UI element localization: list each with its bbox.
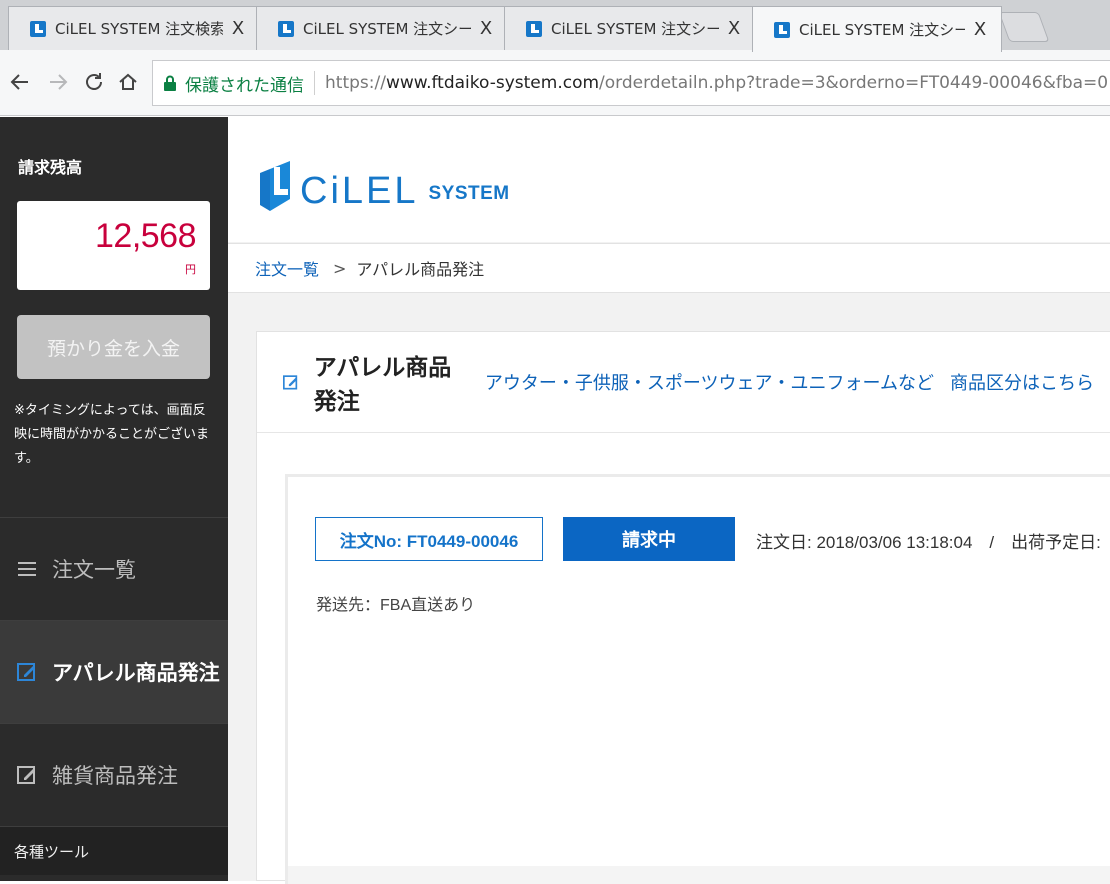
tab-close-icon[interactable]: X bbox=[229, 18, 247, 39]
url-scheme: https:// bbox=[325, 73, 386, 93]
tab-title: CiLEL SYSTEM 注文シート( bbox=[551, 20, 719, 38]
list-icon bbox=[18, 562, 36, 576]
cilel-favicon bbox=[774, 21, 790, 38]
sidebar-item-goods-order[interactable]: 雑貨商品発注 bbox=[0, 723, 228, 826]
url-text: https://www.ftdaiko-system.com/orderdeta… bbox=[325, 73, 1108, 93]
balance-label: 請求残高 bbox=[18, 158, 83, 177]
url-path: /orderdetailn.php?trade=3&orderno=FT0449… bbox=[599, 73, 1109, 93]
breadcrumb-current: アパレル商品発注 bbox=[356, 260, 485, 279]
breadcrumb-order-list-link[interactable]: 注文一覧 bbox=[255, 256, 319, 280]
edit-icon bbox=[283, 375, 298, 390]
breadcrumb: 注文一覧 > アパレル商品発注 bbox=[228, 243, 1110, 293]
cilel-favicon bbox=[526, 20, 542, 37]
url-host: www.ftdaiko-system.com bbox=[385, 73, 600, 93]
address-separator bbox=[314, 71, 315, 95]
tab-close-icon[interactable]: X bbox=[477, 18, 495, 39]
sidebar-item-label: 雑貨商品発注 bbox=[52, 764, 178, 788]
balance-box: 12,568 円 bbox=[17, 201, 210, 290]
page-title: アパレル商品発注 bbox=[313, 355, 452, 415]
sidebar-item-label: アパレル商品発注 bbox=[52, 661, 220, 685]
ship-to-text: 発送先：FBA直送あり bbox=[316, 597, 476, 614]
page-header: CiLEL SYSTEM bbox=[228, 117, 1110, 242]
main-content: CiLEL SYSTEM 注文一覧 > アパレル商品発注 アパレル商品発注 アウ… bbox=[228, 117, 1110, 884]
order-number-badge: 注文No: FT0449-00046 bbox=[315, 517, 543, 561]
back-arrow-icon[interactable] bbox=[6, 68, 34, 96]
cilel-favicon bbox=[278, 20, 294, 37]
address-bar[interactable]: 保護された通信 https://www.ftdaiko-system.com/o… bbox=[152, 60, 1110, 106]
balance-amount: 12,568 bbox=[95, 217, 197, 255]
forward-arrow-icon[interactable] bbox=[44, 68, 72, 96]
sidebar: 請求残高 12,568 円 預かり金を入金 ※タイミングによっては、画面反映に時… bbox=[0, 117, 228, 881]
sidebar-item-label: 注文一覧 bbox=[52, 558, 136, 582]
tab-title: CiLEL SYSTEM 注文シート( bbox=[799, 21, 965, 39]
secure-connection-label: 保護された通信 bbox=[185, 75, 304, 96]
browser-tab-strip: CiLEL SYSTEM 注文検索・ X CiLEL SYSTEM 注文シート(… bbox=[0, 0, 1110, 52]
panel-header: アパレル商品発注 アウター・子供服・スポーツウェア・ユニフォームなど 商品区分は… bbox=[257, 332, 1110, 433]
tab-close-icon[interactable]: X bbox=[725, 18, 743, 39]
cilel-favicon bbox=[30, 20, 46, 37]
new-tab-button[interactable] bbox=[998, 12, 1050, 42]
order-dates: 注文日: 2018/03/06 13:18:04 / 出荷予定日: bbox=[756, 533, 1101, 552]
cilel-logo[interactable]: CiLEL SYSTEM bbox=[260, 159, 510, 211]
reload-icon[interactable] bbox=[80, 68, 108, 96]
side-menu: 注文一覧 アパレル商品発注 雑貨商品発注 各種ツール bbox=[0, 517, 228, 875]
balance-unit: 円 bbox=[185, 263, 196, 276]
logo-text: CiLEL bbox=[300, 170, 419, 212]
browser-tab-3[interactable]: CiLEL SYSTEM 注文シート( X bbox=[504, 6, 756, 50]
logo-subtext: SYSTEM bbox=[428, 183, 510, 204]
tools-heading[interactable]: 各種ツール bbox=[0, 826, 228, 875]
timing-note: ※タイミングによっては、画面反映に時間がかかることがございます。 bbox=[14, 403, 210, 466]
sidebar-item-apparel-order[interactable]: アパレル商品発注 bbox=[0, 620, 228, 723]
tab-title: CiLEL SYSTEM 注文シート( bbox=[303, 20, 471, 38]
browser-tab-2[interactable]: CiLEL SYSTEM 注文シート( X bbox=[256, 6, 508, 50]
order-detail-box: 注文No: FT0449-00046 請求中 注文日: 2018/03/06 1… bbox=[285, 474, 1110, 884]
browser-toolbar: 保護された通信 https://www.ftdaiko-system.com/o… bbox=[0, 50, 1110, 116]
category-examples-link[interactable]: アウター・子供服・スポーツウェア・ユニフォームなど bbox=[485, 369, 934, 395]
status-badge: 請求中 bbox=[563, 517, 735, 561]
tab-close-icon[interactable]: X bbox=[971, 19, 989, 40]
apparel-order-panel: アパレル商品発注 アウター・子供服・スポーツウェア・ユニフォームなど 商品区分は… bbox=[256, 331, 1110, 884]
edit-icon bbox=[17, 663, 35, 681]
browser-tab-1[interactable]: CiLEL SYSTEM 注文検索・ X bbox=[8, 6, 260, 50]
breadcrumb-separator: > bbox=[333, 258, 347, 278]
cilel-logo-mark bbox=[260, 161, 290, 211]
tab-title: CiLEL SYSTEM 注文検索・ bbox=[55, 20, 223, 38]
product-category-link[interactable]: 商品区分はこちら bbox=[950, 369, 1094, 395]
sidebar-item-order-list[interactable]: 注文一覧 bbox=[0, 517, 228, 620]
browser-tab-active[interactable]: CiLEL SYSTEM 注文シート( X bbox=[752, 6, 1002, 52]
deposit-button[interactable]: 預かり金を入金 bbox=[17, 315, 210, 379]
edit-icon bbox=[17, 766, 35, 784]
lock-icon bbox=[164, 75, 176, 91]
home-icon[interactable] bbox=[114, 68, 142, 96]
